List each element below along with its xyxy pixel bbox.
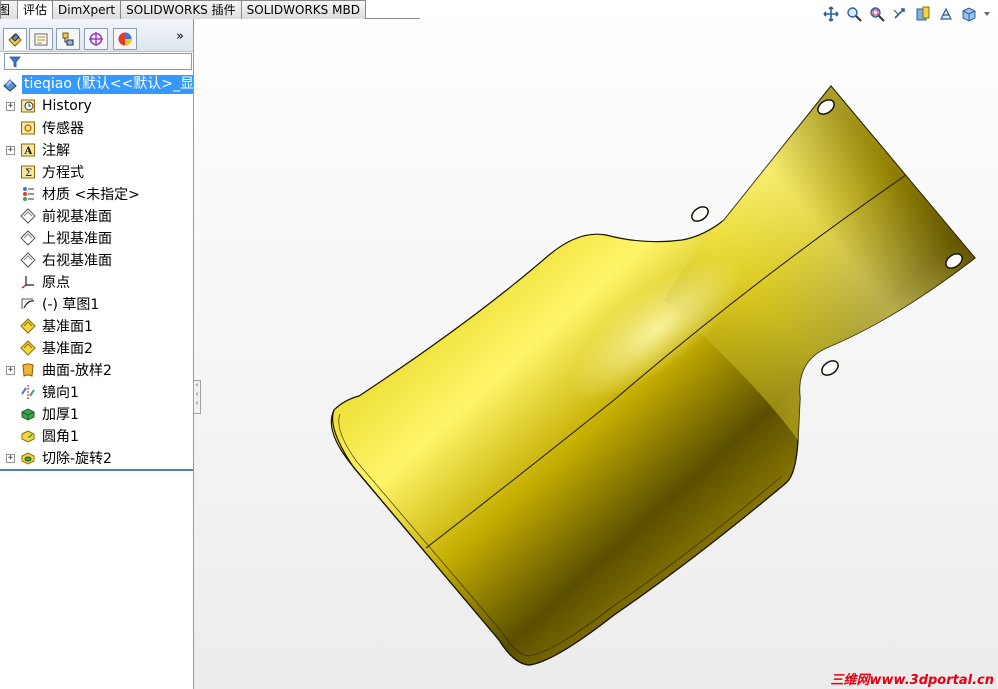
configuration-manager-icon <box>62 32 74 46</box>
view-orientation-icon[interactable] <box>936 5 955 24</box>
cut-revolve-icon <box>20 450 36 466</box>
panel-tabs: » <box>0 19 193 52</box>
tree-item[interactable]: 基准面1 <box>0 315 193 337</box>
plane-icon <box>20 208 36 224</box>
graphics-viewport[interactable] <box>194 0 998 689</box>
tree-item-label: 镜向1 <box>42 385 79 401</box>
tree-item[interactable]: Σ 方程式 <box>0 161 193 183</box>
tree-item-label: 原点 <box>42 275 70 291</box>
tree-item-label: 前视基准面 <box>42 209 112 225</box>
more-tabs-button[interactable]: » <box>176 30 190 44</box>
tree-item[interactable]: 原点 <box>0 271 193 293</box>
equation-icon: Σ <box>20 164 36 180</box>
tree-item[interactable]: 右视基准面 <box>0 249 193 271</box>
pan-icon[interactable] <box>821 5 840 24</box>
command-manager-tabs: 图 评估 DimXpert SOLIDWORKS 插件 SOLIDWORKS M… <box>0 0 366 19</box>
surface-loft-icon <box>20 362 36 378</box>
tree-item-label: 切除-旋转2 <box>42 451 112 467</box>
tree-item-label: History <box>42 98 92 114</box>
feature-manager-tab[interactable] <box>3 28 27 50</box>
tree-item[interactable]: + 切除-旋转2 <box>0 447 193 469</box>
tree-root-part[interactable]: tieqiao (默认<<默认>_显 <box>0 73 193 95</box>
tree-item-label: (-) 草图1 <box>42 297 100 313</box>
history-icon <box>20 98 36 114</box>
display-manager-tab[interactable] <box>113 28 137 50</box>
svg-text:Σ: Σ <box>25 168 32 179</box>
hole-4[interactable] <box>819 358 841 378</box>
feature-manager-icon <box>8 33 22 47</box>
origin-icon <box>20 274 36 290</box>
part-icon <box>2 76 18 92</box>
tab-view[interactable]: 图 <box>0 0 18 19</box>
tree-item-label: 基准面2 <box>42 341 93 357</box>
annotation-icon: A <box>20 142 36 158</box>
hole-2[interactable] <box>689 204 711 224</box>
tab-evaluate[interactable]: 评估 <box>17 0 54 19</box>
zoom-area-icon[interactable] <box>867 5 886 24</box>
watermark-text: 三维网www.3dportal.cn <box>830 673 994 688</box>
sensor-icon <box>20 120 36 136</box>
svg-text:A: A <box>24 146 33 157</box>
tree-item[interactable]: + History <box>0 95 193 117</box>
tree-item-label: 曲面-放样2 <box>42 363 112 379</box>
expand-toggle[interactable]: + <box>6 101 15 111</box>
display-manager-icon <box>118 32 132 46</box>
previous-view-icon[interactable] <box>890 5 909 24</box>
property-manager-tab[interactable] <box>29 28 53 50</box>
dimxpert-manager-icon <box>89 32 103 46</box>
tree-item[interactable]: (-) 草图1 <box>0 293 193 315</box>
tab-solidworks-addins[interactable]: SOLIDWORKS 插件 <box>120 0 242 19</box>
tree-item[interactable]: 上视基准面 <box>0 227 193 249</box>
tree-item[interactable]: 镜向1 <box>0 381 193 403</box>
plane-icon <box>20 252 36 268</box>
plane-icon <box>20 230 36 246</box>
ref-plane-icon <box>20 318 36 334</box>
tree-item[interactable]: 加厚1 <box>0 403 193 425</box>
tab-solidworks-mbd[interactable]: SOLIDWORKS MBD <box>240 0 366 19</box>
tree-item-label: 传感器 <box>42 121 84 137</box>
thicken-icon <box>20 406 36 422</box>
tree-item[interactable]: 前视基准面 <box>0 205 193 227</box>
expand-toggle[interactable]: + <box>6 365 15 375</box>
tree-item-label: 右视基准面 <box>42 253 112 269</box>
feature-manager-panel: » tieqiao (默认<<默认>_显 + History 传感器 + A 注解 Σ 方程式材… <box>0 19 194 689</box>
heads-up-view-toolbar <box>821 4 992 24</box>
fillet-icon <box>20 428 36 444</box>
feature-filter-input[interactable] <box>4 53 192 70</box>
tree-item[interactable]: 基准面2 <box>0 337 193 359</box>
zoom-to-fit-icon[interactable] <box>844 5 863 24</box>
expand-toggle[interactable]: + <box>6 453 15 463</box>
material-icon <box>20 186 36 202</box>
tab-dimxpert[interactable]: DimXpert <box>52 0 122 19</box>
panel-collapse-handle[interactable]: ‹ ‹ ‹ <box>193 380 201 414</box>
filter-icon <box>9 56 21 68</box>
tree-item-label: 上视基准面 <box>42 231 112 247</box>
tree-item[interactable]: 材质 <未指定> <box>0 183 193 205</box>
display-style-icon[interactable] <box>959 5 978 24</box>
tree-item[interactable]: + 曲面-放样2 <box>0 359 193 381</box>
tree-item-label: 加厚1 <box>42 407 79 423</box>
panel-splitter[interactable] <box>0 469 193 471</box>
sketch-icon <box>20 296 36 312</box>
tree-item-label: 圆角1 <box>42 429 79 445</box>
tree-item[interactable]: 圆角1 <box>0 425 193 447</box>
dropdown-icon[interactable] <box>982 5 992 24</box>
tree-item[interactable]: 传感器 <box>0 117 193 139</box>
tree-item-label: 材质 <未指定> <box>42 187 140 203</box>
expand-toggle[interactable]: + <box>6 145 15 155</box>
dimxpert-manager-tab[interactable] <box>84 28 108 50</box>
tree-root-label: tieqiao (默认<<默认>_显 <box>22 74 193 94</box>
tree-item-label: 方程式 <box>42 165 84 181</box>
configuration-manager-tab[interactable] <box>56 28 80 50</box>
ref-plane-icon <box>20 340 36 356</box>
tree-item[interactable]: + A 注解 <box>0 139 193 161</box>
mirror-icon <box>20 384 36 400</box>
part-model[interactable] <box>194 0 998 689</box>
section-view-icon[interactable] <box>913 5 932 24</box>
property-manager-icon <box>34 33 48 46</box>
tree-item-label: 注解 <box>42 143 70 159</box>
tree-item-label: 基准面1 <box>42 319 93 335</box>
